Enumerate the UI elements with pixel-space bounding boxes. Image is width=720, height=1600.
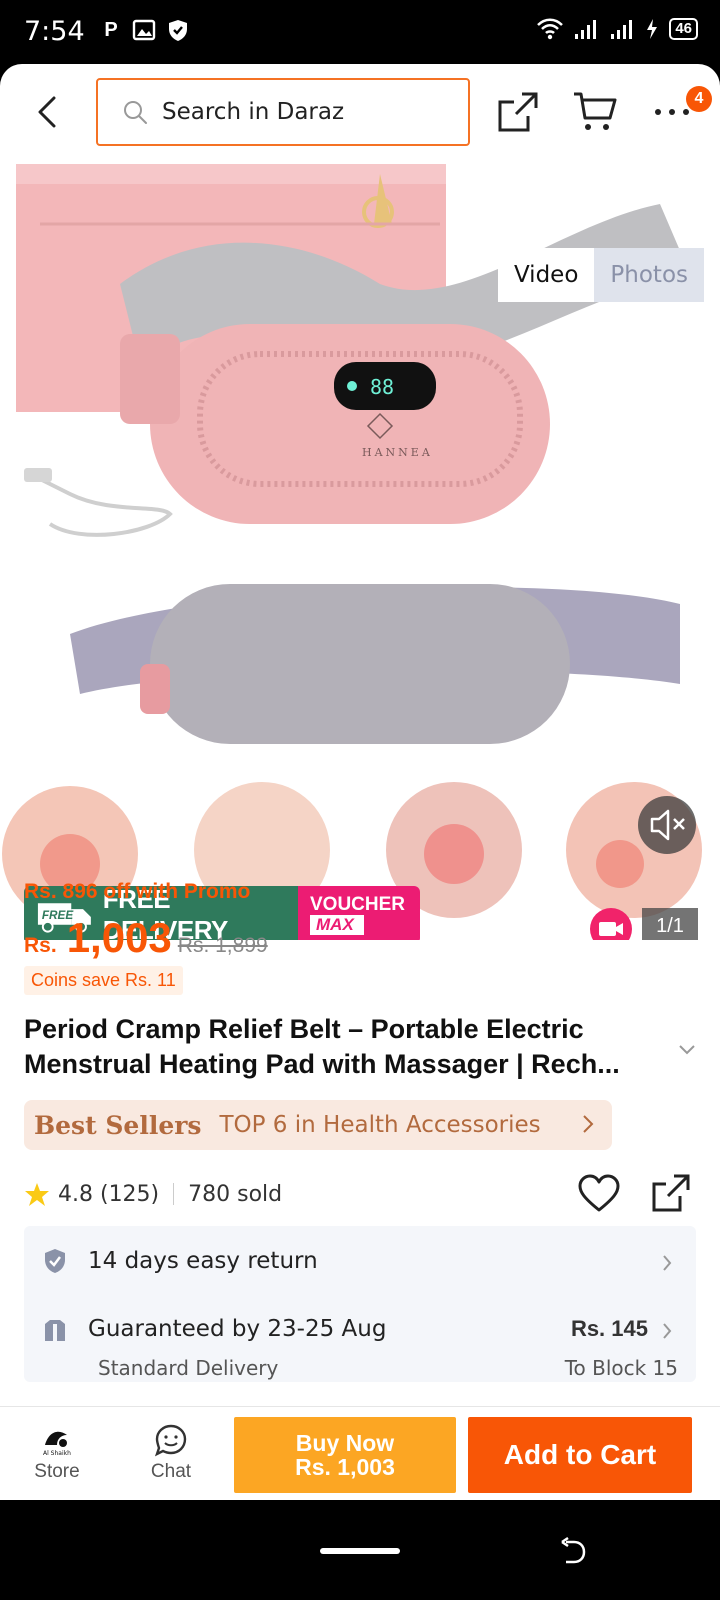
charging-icon <box>647 19 658 39</box>
best-sellers-badge: Best Sellers <box>34 1110 202 1140</box>
chat-label: Chat <box>150 1461 192 1482</box>
chevron-right-icon <box>663 1323 672 1339</box>
svg-text:88: 88 <box>370 375 394 399</box>
chevron-down-icon[interactable] <box>678 1044 696 1056</box>
status-time: 7:54 <box>24 16 85 47</box>
cart-icon[interactable] <box>572 90 618 134</box>
app-sheet: Search in Daraz 4 88 HANNEA Video Photos… <box>0 64 720 1500</box>
price-value: 1,003 <box>66 914 172 961</box>
parking-icon: P <box>104 18 118 41</box>
share-icon[interactable] <box>650 1172 692 1214</box>
sold-count: 780 sold <box>188 1181 283 1207</box>
shield-icon <box>169 20 187 41</box>
search-placeholder: Search in Daraz <box>162 99 345 125</box>
best-sellers-rank: TOP 6 in Health Accessories <box>219 1112 541 1138</box>
product-gallery[interactable]: 88 HANNEA Video Photos 1/1 FREE FREE DEL… <box>0 164 720 940</box>
svg-text:HANNEA: HANNEA <box>362 446 433 459</box>
promo-discount: Rs. 896 off with Promo <box>24 880 251 903</box>
svg-text:Al Shaikh: Al Shaikh <box>43 1450 71 1457</box>
return-policy-text: 14 days easy return <box>88 1248 318 1274</box>
signal-icon-1 <box>575 20 597 39</box>
delivery-date: Guaranteed by 23-25 Aug <box>88 1316 387 1342</box>
return-policy-row[interactable]: 14 days easy return <box>24 1226 696 1296</box>
delivery-fee: Rs. 145 <box>570 1316 648 1341</box>
chevron-right-icon <box>583 1115 594 1133</box>
system-nav-bar <box>0 1500 720 1600</box>
delivery-box-icon <box>45 1320 65 1341</box>
price-currency: Rs. <box>24 934 57 957</box>
heart-icon[interactable] <box>578 1174 620 1214</box>
price-block: Rs. 896 off with Promo Rs. 1,003 Rs. 1,8… <box>24 880 696 995</box>
original-price: Rs. 1,899 <box>177 934 268 957</box>
store-logo-icon: Al Shaikh <box>43 1431 71 1457</box>
header: Search in Daraz 4 <box>0 64 720 164</box>
share-icon[interactable] <box>496 90 540 134</box>
chat-icon <box>154 1424 187 1457</box>
status-bar: 7:54 P 46 <box>0 0 720 64</box>
shield-check-icon <box>45 1249 65 1273</box>
signal-icon-2 <box>611 20 633 39</box>
search-input[interactable]: Search in Daraz <box>96 78 470 146</box>
delivery-row[interactable]: Guaranteed by 23-25 Aug Standard Deliver… <box>24 1296 696 1382</box>
delivery-type: Standard Delivery <box>98 1356 279 1380</box>
home-gesture-pill[interactable] <box>320 1548 400 1554</box>
buy-now-button[interactable]: Buy Now Rs. 1,003 <box>234 1417 456 1493</box>
mute-button[interactable] <box>638 796 696 854</box>
buy-now-label: Buy Now <box>295 1430 395 1456</box>
back-icon[interactable] <box>30 92 66 132</box>
chat-button[interactable]: Chat <box>136 1423 206 1483</box>
delivery-destination: To Block 15 <box>564 1356 678 1380</box>
product-title: Period Cramp Relief Belt – Portable Elec… <box>24 1014 620 1079</box>
price-line: Rs. 1,003 Rs. 1,899 <box>24 914 696 962</box>
mute-icon <box>650 809 685 841</box>
divider <box>173 1183 175 1205</box>
rating-value: 4.8 (125) <box>58 1181 160 1207</box>
add-to-cart-button[interactable]: Add to Cart <box>468 1417 692 1493</box>
star-icon <box>25 1183 49 1206</box>
store-button[interactable]: Al Shaikh Store <box>22 1423 92 1483</box>
wifi-icon <box>537 18 564 40</box>
battery-level: 46 <box>669 18 698 40</box>
store-label: Store <box>34 1461 80 1482</box>
gallery-icon <box>132 19 156 41</box>
media-toggle: Video Photos <box>497 248 704 302</box>
tab-photos[interactable]: Photos <box>594 248 704 302</box>
search-icon <box>124 101 147 124</box>
bottom-action-bar: Al Shaikh Store Chat Buy Now Rs. 1,003 A… <box>0 1406 720 1500</box>
tab-video[interactable]: Video <box>497 248 595 302</box>
cart-count-badge: 4 <box>686 86 712 112</box>
service-panel: 14 days easy return Guaranteed by 23-25 … <box>24 1226 696 1382</box>
rotate-icon[interactable] <box>558 1536 588 1566</box>
coins-badge: Coins save Rs. 11 <box>24 966 183 995</box>
chevron-right-icon <box>663 1255 672 1271</box>
buy-now-price: Rs. 1,003 <box>295 1454 395 1480</box>
best-sellers-banner[interactable]: Best Sellers TOP 6 in Health Accessories <box>24 1100 612 1150</box>
